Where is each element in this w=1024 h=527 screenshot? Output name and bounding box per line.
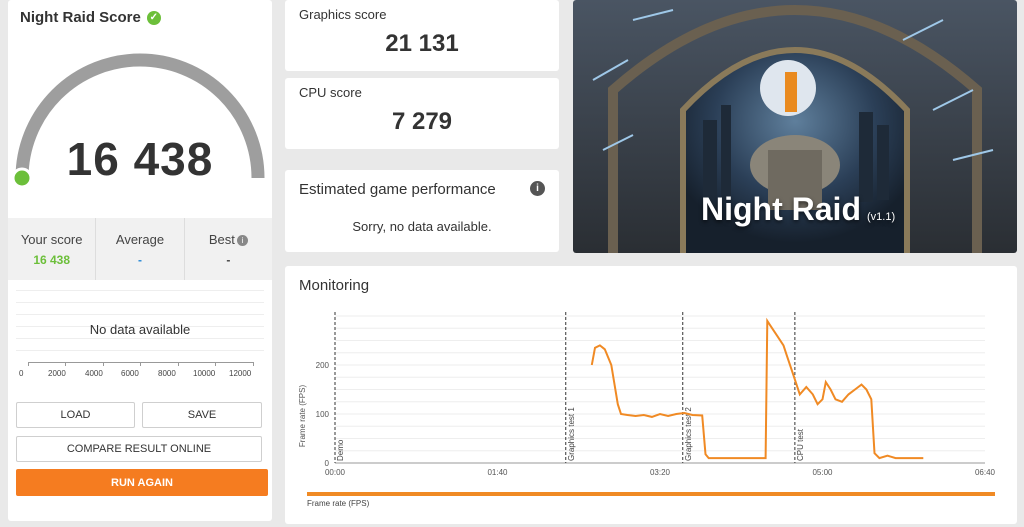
histogram-tick: 8000 [158, 369, 176, 378]
legend-swatch [307, 492, 995, 496]
load-button[interactable]: LOAD [16, 402, 135, 428]
test-marker-label: CPU test [796, 428, 805, 461]
monitoring-panel: Monitoring Demo Graphics test 1 Graphics t… [285, 266, 1017, 524]
histogram-tick: 6000 [121, 369, 139, 378]
y-tick-label: 0 [325, 459, 330, 468]
x-tick-label: 00:00 [325, 468, 346, 477]
test-marker-label: Graphics test 1 [567, 407, 576, 461]
x-tick-label: 03:20 [650, 468, 671, 477]
histogram-tick: 4000 [85, 369, 103, 378]
histogram-tick: 2000 [48, 369, 66, 378]
x-tick-label: 06:40 [975, 468, 996, 477]
graphics-score-card: Graphics score 21 131 [285, 0, 559, 71]
best-value: - [226, 253, 231, 267]
cpu-score-card: CPU score 7 279 [285, 78, 559, 149]
your-score-stat: Your score 16 438 [8, 218, 95, 280]
x-tick-label: 05:00 [812, 468, 833, 477]
info-icon[interactable]: i [236, 235, 248, 247]
histogram-axis [28, 362, 254, 363]
graphics-score-label: Graphics score [299, 7, 387, 22]
total-score: 16 438 [66, 133, 214, 185]
legend-label: Frame rate (FPS) [307, 499, 370, 508]
histogram-tick: 0 [19, 369, 24, 378]
histogram-tick: 12000 [229, 369, 252, 378]
test-marker-label: Demo [336, 439, 345, 461]
save-button[interactable]: SAVE [142, 402, 262, 428]
estimated-game-performance-card: Estimated game performance i Sorry, no d… [285, 170, 559, 252]
run-again-button[interactable]: RUN AGAIN [16, 469, 268, 496]
score-stats: Your score 16 438 Average - Best i - [8, 218, 272, 280]
verified-check-icon: ✓ [146, 10, 161, 25]
x-tick-label: 01:40 [487, 468, 508, 477]
compare-result-online-button[interactable]: COMPARE RESULT ONLINE [16, 436, 262, 462]
frame-rate-chart: Demo Graphics test 1 Graphics test 2 CPU te… [298, 312, 996, 508]
y-tick-label: 100 [316, 410, 330, 419]
benchmark-hero-image: Night Raid (v1.1) [573, 0, 1017, 253]
histogram-tick: 10000 [193, 369, 216, 378]
y-tick-label: 200 [316, 361, 330, 370]
estimated-title: Estimated game performance [299, 181, 496, 198]
histogram-no-data: No data available [89, 322, 191, 337]
average-value: - [137, 253, 142, 267]
info-icon[interactable]: i [530, 181, 545, 196]
best-stat: Best i - [183, 218, 272, 280]
cpu-score-label: CPU score [299, 85, 362, 100]
score-title: Night Raid Score ✓ [20, 9, 161, 26]
estimated-message: Sorry, no data available. [352, 219, 492, 234]
y-axis-label: Frame rate (FPS) [298, 385, 307, 448]
hero-version: (v1.1) [866, 211, 896, 223]
average-stat: Average - [95, 218, 183, 280]
score-panel: Night Raid Score ✓ 16 438 Your score 16 … [8, 0, 272, 521]
cpu-score-value: 7 279 [391, 108, 453, 135]
graphics-score-value: 21 131 [385, 30, 459, 57]
your-score-value: 16 438 [33, 253, 71, 267]
hero-title: Night Raid (v1.1) [701, 191, 896, 227]
